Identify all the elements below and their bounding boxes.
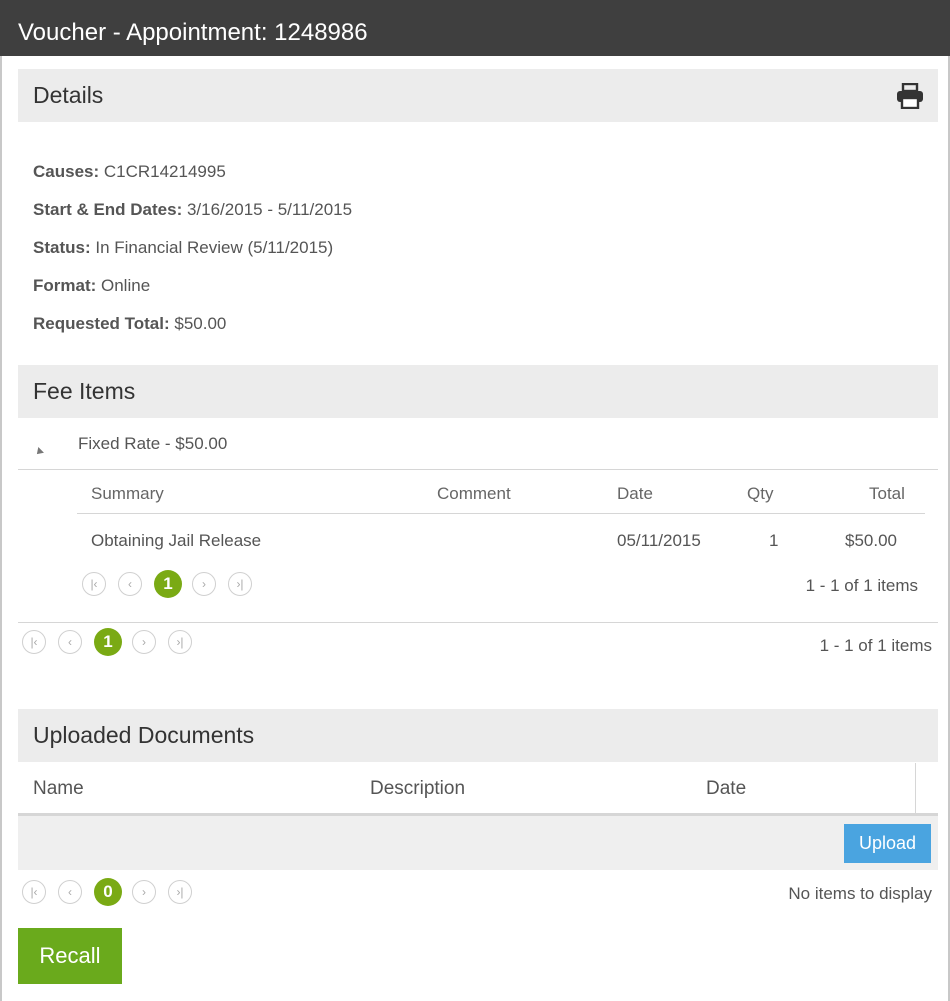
detail-label: Requested Total: bbox=[33, 314, 170, 333]
detail-label: Causes: bbox=[33, 162, 100, 181]
fee-items-header: Fee Items bbox=[18, 365, 938, 418]
details-heading: Details bbox=[33, 82, 104, 108]
detail-value: 3/16/2015 - 5/11/2015 bbox=[182, 200, 353, 219]
documents-pager: |‹ ‹ 0 › ›| No items to display bbox=[22, 878, 932, 906]
collapse-triangle-icon[interactable] bbox=[34, 447, 44, 457]
divider bbox=[77, 513, 925, 514]
detail-requested-total: Requested Total: $50.00 bbox=[33, 314, 226, 334]
cell-total: $50.00 bbox=[845, 531, 897, 550]
detail-label: Status: bbox=[33, 238, 91, 257]
divider bbox=[18, 469, 938, 470]
column-header-name[interactable]: Name bbox=[33, 778, 84, 800]
inner-pager: |‹ ‹ 1 › ›| 1 - 1 of 1 items bbox=[82, 570, 922, 598]
detail-causes: Causes: C1CR14214995 bbox=[33, 162, 226, 182]
uploaded-documents-header: Uploaded Documents bbox=[18, 709, 938, 762]
first-page-icon[interactable]: |‹ bbox=[22, 630, 46, 654]
recall-button[interactable]: Recall bbox=[18, 928, 122, 984]
column-header-date[interactable]: Date bbox=[617, 484, 653, 504]
column-header-summary[interactable]: Summary bbox=[91, 484, 164, 504]
prev-page-icon[interactable]: ‹ bbox=[58, 880, 82, 904]
detail-value: Online bbox=[96, 276, 151, 295]
detail-status: Status: In Financial Review (5/11/2015) bbox=[33, 238, 333, 258]
pager-info: 1 - 1 of 1 items bbox=[805, 576, 918, 595]
documents-toolbar: Upload bbox=[18, 816, 938, 870]
fee-items-heading: Fee Items bbox=[33, 378, 136, 404]
column-header-comment[interactable]: Comment bbox=[437, 484, 511, 504]
last-page-icon[interactable]: ›| bbox=[228, 572, 252, 596]
prev-page-icon[interactable]: ‹ bbox=[118, 572, 142, 596]
detail-dates: Start & End Dates: 3/16/2015 - 5/11/2015 bbox=[33, 200, 352, 220]
detail-label: Start & End Dates: bbox=[33, 200, 183, 219]
documents-table-header: Name Description Date bbox=[18, 763, 916, 813]
cell-date: 05/11/2015 bbox=[617, 531, 701, 550]
divider bbox=[18, 622, 938, 623]
first-page-icon[interactable]: |‹ bbox=[82, 572, 106, 596]
print-icon[interactable] bbox=[896, 83, 924, 109]
column-header-description[interactable]: Description bbox=[370, 778, 465, 800]
detail-value: C1CR14214995 bbox=[99, 162, 226, 181]
page-number[interactable]: 1 bbox=[94, 628, 122, 656]
page-number[interactable]: 0 bbox=[94, 878, 122, 906]
next-page-icon[interactable]: › bbox=[192, 572, 216, 596]
column-header-total[interactable]: Total bbox=[869, 484, 905, 504]
pager-info: 1 - 1 of 1 items bbox=[819, 636, 932, 655]
detail-label: Format: bbox=[33, 276, 97, 295]
upload-button[interactable]: Upload bbox=[844, 824, 931, 863]
next-page-icon[interactable]: › bbox=[132, 630, 156, 654]
detail-format: Format: Online bbox=[33, 276, 150, 296]
page-number[interactable]: 1 bbox=[154, 570, 182, 598]
uploaded-documents-heading: Uploaded Documents bbox=[33, 722, 255, 748]
frame-border-left bbox=[0, 56, 2, 1001]
detail-value: In Financial Review (5/11/2015) bbox=[90, 238, 334, 257]
detail-value: $50.00 bbox=[169, 314, 227, 333]
prev-page-icon[interactable]: ‹ bbox=[58, 630, 82, 654]
last-page-icon[interactable]: ›| bbox=[168, 630, 192, 654]
fee-group-label: Fixed Rate - $50.00 bbox=[78, 434, 228, 453]
pager-info: No items to display bbox=[788, 884, 932, 903]
column-header-date[interactable]: Date bbox=[706, 778, 746, 800]
first-page-icon[interactable]: |‹ bbox=[22, 880, 46, 904]
cell-summary: Obtaining Jail Release bbox=[91, 531, 262, 550]
next-page-icon[interactable]: › bbox=[132, 880, 156, 904]
outer-pager: |‹ ‹ 1 › ›| 1 - 1 of 1 items bbox=[22, 628, 932, 656]
column-header-qty[interactable]: Qty bbox=[747, 484, 773, 504]
window-title: Voucher - Appointment: 1248986 bbox=[0, 0, 950, 56]
cell-qty: 1 bbox=[769, 531, 779, 550]
details-header: Details bbox=[18, 69, 938, 122]
last-page-icon[interactable]: ›| bbox=[168, 880, 192, 904]
